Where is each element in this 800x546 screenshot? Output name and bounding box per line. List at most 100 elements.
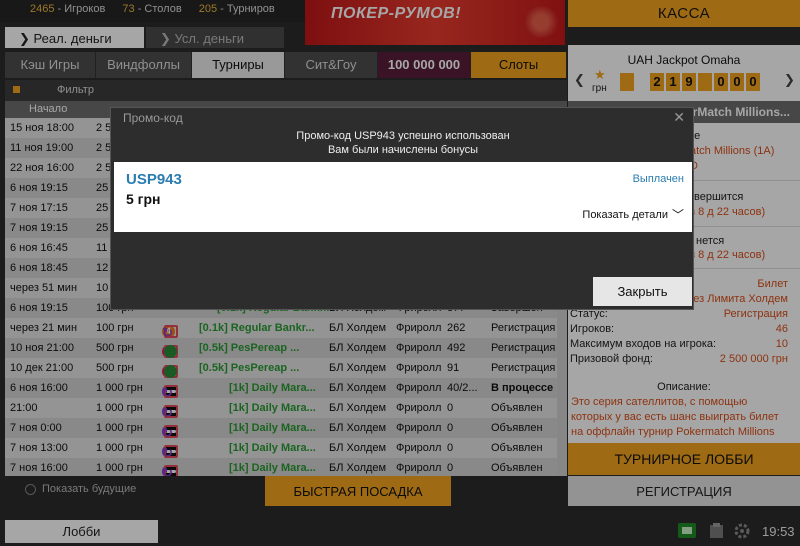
cell-type: Фриролл [396,422,442,434]
close-button[interactable]: Закрыть [593,277,692,306]
info-line: з 8 д 22 часов) [690,206,766,218]
cell-buyin: 1 000 грн [96,442,143,454]
cell-buyin: 25 [96,182,109,194]
info-line: вершится [694,191,744,203]
lock-icon [164,365,177,378]
table-row[interactable]: 7 ноя 16:001 000 грн6↻[1k] Daily Mara...… [5,458,557,476]
cell-buyin: 2 5 [96,142,112,154]
cell-name: [1k] Daily Mara... [229,402,316,414]
jackpot-digit [698,73,712,91]
info-line: ие [688,130,701,142]
dialog-message: Промо-код USP943 успешно использован Вам… [111,129,695,157]
cell-name: [1k] Daily Mara... [229,442,316,454]
table-row[interactable]: 7 ноя 0:001 000 грн6↻[1k] Daily Mara...Б… [5,418,557,440]
table-row[interactable]: 21:001 000 грн6↻[1k] Daily Mara...БЛ Хол… [5,398,557,420]
cell-buyin: 500 грн [96,362,134,374]
cell-start: 10 дек 21:00 [10,362,74,374]
promo-status: Выплачен [632,173,684,185]
tab-tournaments[interactable]: Турниры [192,52,285,78]
lobby-button[interactable]: Лобби [5,520,158,543]
cashier-button[interactable]: КАССА [568,0,800,27]
tab-sit-and-go[interactable]: Сит&Гоу [285,52,378,78]
table-row[interactable]: 10 ноя 21:00500 грн9[0.5k] PesPereap ...… [5,338,557,358]
info-line: atch Millions (1A) [690,145,775,157]
cell-buyin: 2 5 [96,162,112,174]
jackpot-digit: 0 [746,73,760,91]
filter-bar[interactable]: Фильтр [5,80,567,101]
cell-type: Фриролл [396,342,442,354]
cell-buyin: 10 [96,282,109,294]
cell-name: [1k] Daily Mara... [229,422,316,434]
info-row-prize-pool: Призовой фонд: 2 500 000 грн [570,353,788,365]
close-icon[interactable]: ✕ [673,109,685,126]
cell-buyin: 2 5 [96,122,112,134]
tab-slots[interactable]: Слоты [471,52,567,78]
cell-name: [0.1k] Regular Bankr... [199,322,315,334]
fast-seat-button[interactable]: БЫСТРАЯ ПОСАДКА [265,476,451,506]
chevron-right-icon[interactable]: ❯ [784,72,795,88]
cell-players: 492 [447,342,466,354]
jackpot-digit: 1 [666,73,680,91]
info-line: з 8 д 22 часов) [690,249,766,261]
gear-icon [734,523,750,539]
cell-game: БЛ Холдем [329,442,387,454]
promo-code: USP943 [126,171,182,188]
cell-name: [1k] Daily Mara... [229,382,316,394]
cell-game: БЛ Холдем [329,382,387,394]
cell-players: 0 [447,442,454,454]
chevron-left-icon[interactable]: ❮ [574,72,585,88]
star-icon: ★ [594,67,606,82]
chevron-down-icon[interactable]: ﹀ [672,206,684,223]
lock-icon [164,345,177,358]
tab-real-money[interactable]: ❯ Реал. деньги [5,27,144,48]
cell-game: БЛ Холдем [329,342,387,354]
cell-buyin: 1 000 грн [96,382,143,394]
show-details-link[interactable]: Показать детали [582,209,668,221]
cell-name: [0.5k] PesPereap ... [199,362,300,374]
cell-status: Регистрация [491,342,556,354]
show-future-label[interactable]: Показать будущие [42,483,136,495]
cell-start: 7 ноя 17:15 [10,202,68,214]
jackpot-currency: грн [592,83,607,94]
cell-buyin: 500 грн [96,342,134,354]
cell-players: 91 [447,362,460,374]
cell-start: 6 ноя 16:00 [10,382,68,394]
info-line: нется [696,235,725,247]
cell-start: 11 ноя 19:00 [10,142,74,154]
register-button[interactable]: РЕГИСТРАЦИЯ [568,476,800,506]
tab-cash-games[interactable]: Кэш Игры [5,52,96,78]
tab-windfalls[interactable]: Виндфоллы [96,52,192,78]
cell-status: В процессе [491,382,554,394]
jackpot-digit [620,73,634,91]
table-row[interactable]: 10 дек 21:00500 грн9[0.5k] PesPereap ...… [5,358,557,378]
promo-banner[interactable]: ПОКЕР-РУМОВ! [305,0,565,45]
cell-game: БЛ Холдем [329,362,387,374]
header-start[interactable]: Начало [29,103,67,115]
cell-players: 0 [447,422,454,434]
table-row[interactable]: 7 ноя 13:001 000 грн6↻[1k] Daily Mara...… [5,438,557,460]
tournament-lobby-button[interactable]: ТУРНИРНОЕ ЛОББИ [568,443,800,475]
rebuy-icon: ↻ [162,465,173,476]
tournaments-count: 205 [198,3,218,15]
cell-game: БЛ Холдем [329,322,387,334]
tab-100m[interactable]: 100 000 000 [378,52,471,78]
cell-start: 7 ноя 16:00 [10,462,68,474]
table-row[interactable]: через 21 мин 100 грн 4 ↻ [0.1k] Regular Bank… [5,318,557,340]
table-row[interactable]: 6 ноя 16:001 000 грн6↻[1k] Daily Mara...… [5,378,557,400]
cell-status: Объявлен [491,402,543,414]
cell-players: 0 [447,462,454,474]
tournaments-label: - Турниров [220,3,275,15]
cell-game: БЛ Холдем [329,422,387,434]
message-line-1: Промо-код USP943 успешно использован [296,130,510,142]
cell-type: Фриролл [396,442,442,454]
show-future-radio[interactable] [25,484,36,495]
players-count: 2465 [30,3,55,15]
cell-type: Фриролл [396,362,442,374]
info-row-status: Статус: Регистрация [570,308,788,320]
cell-start: 7 ноя 13:00 [10,442,68,454]
description-title: Описание: [657,381,711,393]
tab-play-money[interactable]: ❯ Усл. деньги [146,27,284,48]
cell-type: Фриролл [396,402,442,414]
cell-start: через 51 мин [10,282,78,294]
network-icon [678,523,696,538]
